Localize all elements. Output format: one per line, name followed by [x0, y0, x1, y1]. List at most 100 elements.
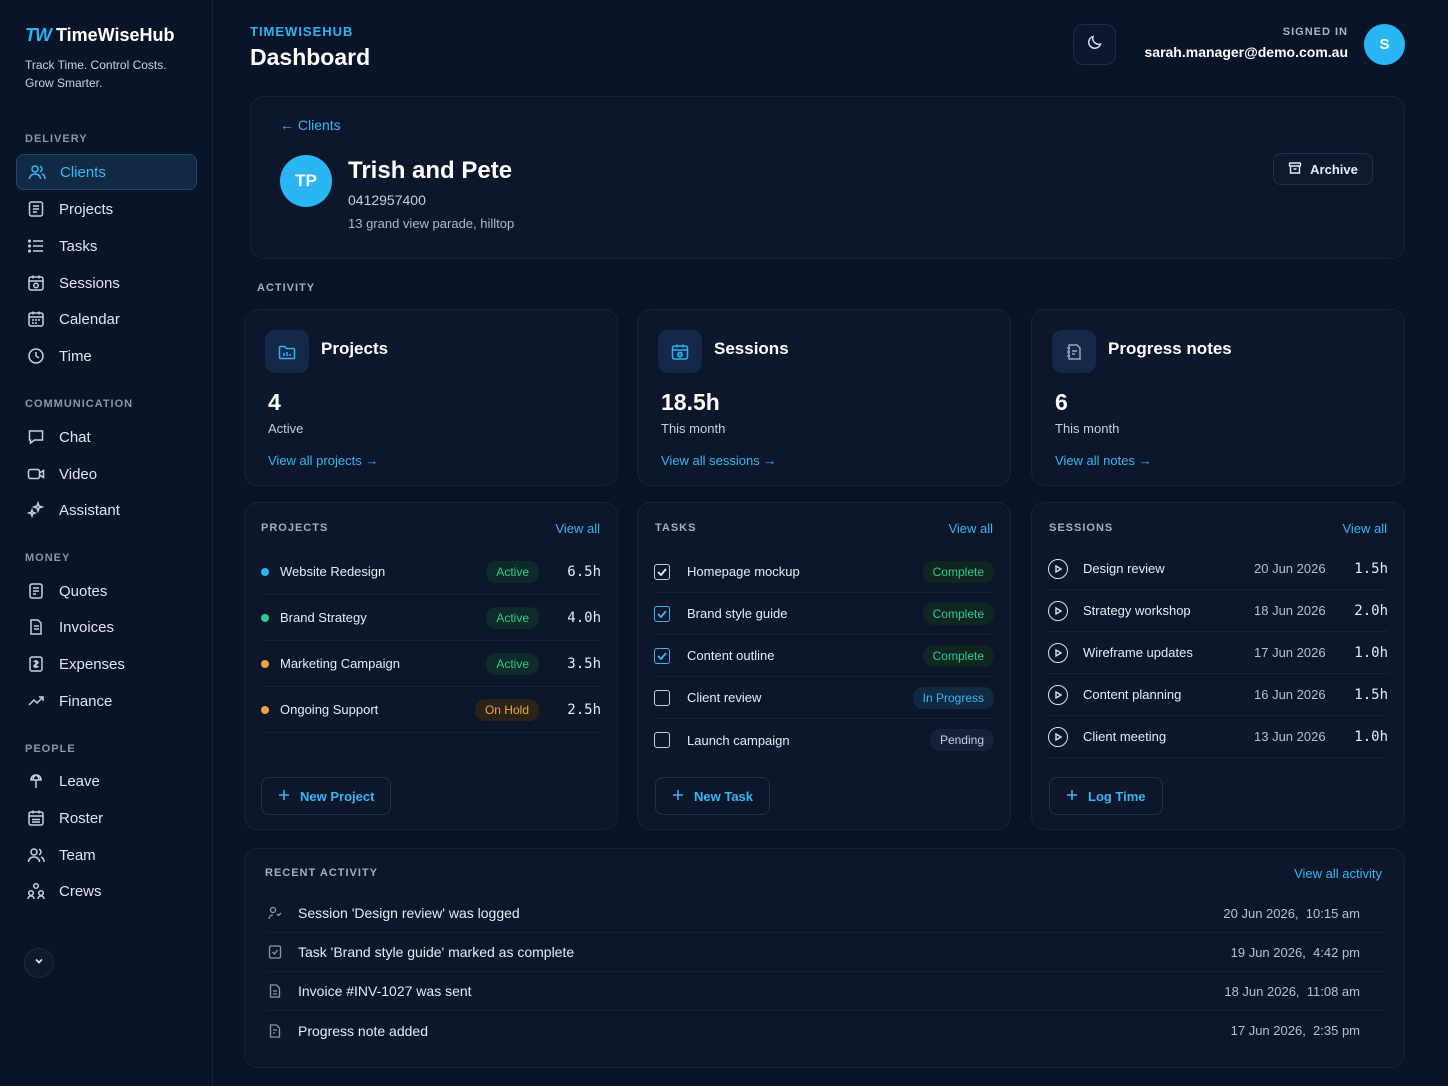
header-kicker: TIMEWISEHUB: [250, 24, 354, 39]
sidebar-item-chat[interactable]: Chat: [16, 419, 197, 455]
view-all-activity-link[interactable]: View all activity: [1294, 866, 1382, 881]
status-dot: [261, 613, 269, 622]
plus-icon: [672, 789, 684, 804]
play-icon[interactable]: [1048, 642, 1068, 663]
project-name: Marketing Campaign: [280, 656, 400, 671]
sparkle-icon: [27, 501, 45, 519]
sidebar-item-assistant[interactable]: Assistant: [16, 492, 197, 528]
session-date: 13 Jun 2026: [1254, 729, 1326, 744]
list-item[interactable]: Progress note added 17 Jun 2026, 2:35 pm: [265, 1011, 1384, 1050]
nav-section-money: MONEY: [25, 552, 71, 564]
plus-icon: [278, 789, 290, 804]
sidebar-item-video[interactable]: Video: [16, 456, 197, 492]
play-icon[interactable]: [1048, 726, 1068, 747]
play-icon[interactable]: [1048, 600, 1068, 621]
task-icon: [265, 942, 285, 962]
table-row[interactable]: Marketing Campaign Active 3.5h: [261, 641, 601, 687]
list-item[interactable]: Invoice #INV-1027 was sent 18 Jun 2026, …: [265, 972, 1384, 1011]
sidebar-item-label: Leave: [59, 772, 100, 790]
stat-title: Projects: [321, 339, 389, 358]
task-name: Content outline: [687, 648, 775, 663]
task-checkbox[interactable]: [654, 732, 670, 748]
task-name: Client review: [687, 690, 762, 705]
sidebar-item-expenses[interactable]: Expenses: [16, 646, 197, 682]
log-time-label: Log Time: [1088, 788, 1146, 804]
stat-card-sessions: Sessions 18.5h This month View all sessi…: [637, 309, 1011, 486]
sidebar-item-crews[interactable]: Crews: [16, 873, 197, 909]
session-hours: 1.0h: [1354, 644, 1388, 661]
sidebar-item-label: Projects: [59, 200, 114, 218]
sidebar-item-finance[interactable]: Finance: [16, 683, 197, 719]
archive-button[interactable]: Archive: [1273, 153, 1373, 185]
new-project-label: New Project: [300, 788, 375, 804]
sidebar-item-projects[interactable]: Projects: [16, 191, 197, 227]
plus-icon: [1066, 789, 1078, 804]
status-dot: [261, 705, 269, 714]
sidebar-item-roster[interactable]: Roster: [16, 800, 197, 836]
table-row[interactable]: Content planning 16 Jun 2026 1.5h: [1048, 674, 1388, 716]
table-row[interactable]: Brand Strategy Active 4.0h: [261, 595, 601, 641]
play-icon[interactable]: [1048, 684, 1068, 705]
tasks-view-all-link[interactable]: View all: [948, 521, 993, 536]
sidebar-item-team[interactable]: Team: [16, 837, 197, 873]
moon-icon: [1087, 34, 1103, 55]
page-title: Dashboard: [250, 44, 371, 70]
task-checkbox[interactable]: [654, 563, 670, 580]
sidebar-item-leave[interactable]: Leave: [16, 763, 197, 799]
sidebar-item-sessions[interactable]: Sessions: [16, 265, 197, 301]
back-to-clients-link[interactable]: ← Clients: [280, 117, 341, 133]
table-row[interactable]: Client meeting 13 Jun 2026 1.0h: [1048, 716, 1388, 758]
table-row[interactable]: Launch campaign Pending: [654, 719, 994, 761]
sidebar-item-label: Invoices: [59, 618, 115, 636]
task-checkbox[interactable]: [654, 689, 670, 706]
table-row[interactable]: Brand style guide Complete: [654, 593, 994, 635]
table-row[interactable]: Client review In Progress: [654, 677, 994, 719]
sidebar-item-time[interactable]: Time: [16, 338, 197, 374]
sidebar-item-label: Quotes: [59, 582, 108, 600]
table-row[interactable]: Content outline Complete: [654, 635, 994, 677]
task-checkbox[interactable]: [654, 647, 670, 664]
task-checkbox[interactable]: [654, 605, 670, 622]
client-card: ← Clients TP Trish and Pete 0412957400 1…: [250, 96, 1405, 259]
view-all-projects-link[interactable]: View all projects →: [268, 453, 378, 468]
sidebar-item-invoices[interactable]: Invoices: [16, 609, 197, 645]
stat-subtitle: This month: [661, 421, 726, 436]
sidebar-item-quotes[interactable]: Quotes: [16, 573, 197, 609]
table-row[interactable]: Website Redesign Active 6.5h: [261, 549, 601, 595]
sidebar-item-label: Chat: [59, 428, 91, 446]
sidebar-item-clients[interactable]: Clients: [16, 154, 197, 190]
brand-tagline: Track Time. Control Costs. Grow Smarter.: [25, 58, 167, 90]
sidebar-item-calendar[interactable]: Calendar: [16, 301, 197, 337]
view-all-sessions-link[interactable]: View all sessions →: [661, 453, 776, 468]
projects-icon: [27, 200, 45, 218]
projects-view-all-link[interactable]: View all: [555, 521, 600, 536]
sidebar-item-tasks[interactable]: Tasks: [16, 228, 197, 264]
collapse-sidebar-button[interactable]: [24, 948, 54, 978]
view-all-notes-link[interactable]: View all notes →: [1055, 453, 1152, 468]
list-item[interactable]: Session 'Design review' was logged 20 Ju…: [265, 894, 1384, 933]
stat-card-projects: Projects 4 Active View all projects →: [244, 309, 618, 486]
activity-text: Task 'Brand style guide' marked as compl…: [298, 944, 575, 960]
sidebar-item-label: Calendar: [59, 310, 120, 328]
table-row[interactable]: Homepage mockup Complete: [654, 551, 994, 593]
table-row[interactable]: Ongoing Support On Hold 2.5h: [261, 687, 601, 733]
table-row[interactable]: Design review 20 Jun 2026 1.5h: [1048, 548, 1388, 590]
new-task-button[interactable]: New Task: [655, 777, 771, 815]
new-project-button[interactable]: New Project: [261, 777, 392, 815]
tasks-panel-heading: TASKS: [655, 522, 697, 534]
new-task-label: New Task: [694, 788, 754, 804]
list-item[interactable]: Task 'Brand style guide' marked as compl…: [265, 933, 1384, 972]
log-time-button[interactable]: Log Time: [1049, 777, 1163, 815]
theme-toggle-button[interactable]: [1073, 24, 1116, 65]
session-hours: 1.5h: [1354, 560, 1388, 577]
table-row[interactable]: Wireframe updates 17 Jun 2026 1.0h: [1048, 632, 1388, 674]
sessions-view-all-link[interactable]: View all: [1342, 521, 1387, 536]
play-icon[interactable]: [1048, 558, 1068, 579]
team-icon: [27, 846, 45, 864]
session-name: Wireframe updates: [1083, 645, 1193, 660]
project-hours: 4.0h: [567, 609, 601, 626]
table-row[interactable]: Strategy workshop 18 Jun 2026 2.0h: [1048, 590, 1388, 632]
avatar[interactable]: S: [1364, 24, 1405, 65]
quotes-icon: [27, 582, 45, 600]
session-hours: 1.0h: [1354, 728, 1388, 745]
